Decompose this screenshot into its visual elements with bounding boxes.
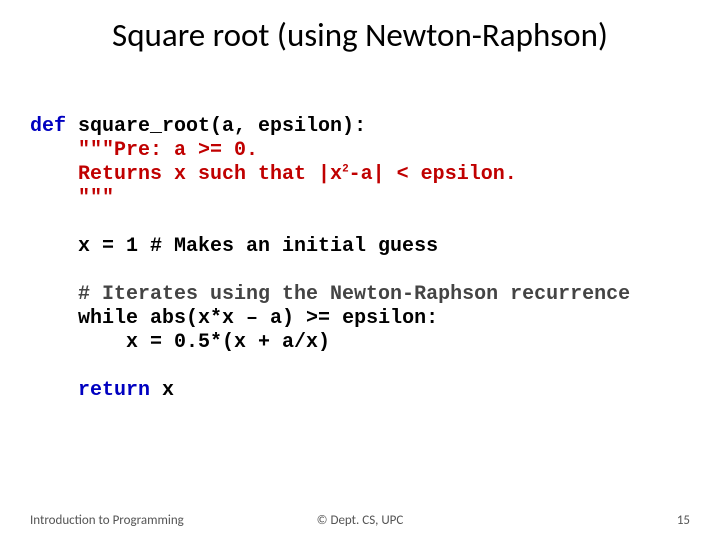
docstring-exponent: 2 xyxy=(342,163,349,175)
initial-guess-line: x = 1 # Makes an initial guess xyxy=(30,235,438,258)
iter-comment: # Iterates using the Newton-Raphson recu… xyxy=(30,283,630,306)
footer: Introduction to Programming © Dept. CS, … xyxy=(30,513,690,528)
update-line: x = 0.5*(x + a/x) xyxy=(30,331,330,354)
kw-def: def xyxy=(30,115,66,138)
blank-2 xyxy=(30,259,42,282)
docstring-line-2b: -a| < epsilon. xyxy=(349,163,517,186)
footer-center: © Dept. CS, UPC xyxy=(30,513,690,528)
fn-signature: square_root(a, epsilon): xyxy=(66,115,366,138)
slide: Square root (using Newton-Raphson) def s… xyxy=(0,0,720,540)
docstring-line-2a: Returns x such that |x xyxy=(30,163,342,186)
blank-1 xyxy=(30,211,42,234)
return-val: x xyxy=(150,379,174,402)
docstring-line-3: """ xyxy=(30,187,114,210)
slide-title: Square root (using Newton-Raphson) xyxy=(0,15,720,55)
while-cond: abs(x*x – a) >= epsilon: xyxy=(138,307,438,330)
code-block: def square_root(a, epsilon): """Pre: a >… xyxy=(30,115,630,403)
kw-return: return xyxy=(30,379,150,402)
kw-while: while xyxy=(30,307,138,330)
docstring-line-1: """Pre: a >= 0. xyxy=(30,139,258,162)
blank-3 xyxy=(30,355,42,378)
